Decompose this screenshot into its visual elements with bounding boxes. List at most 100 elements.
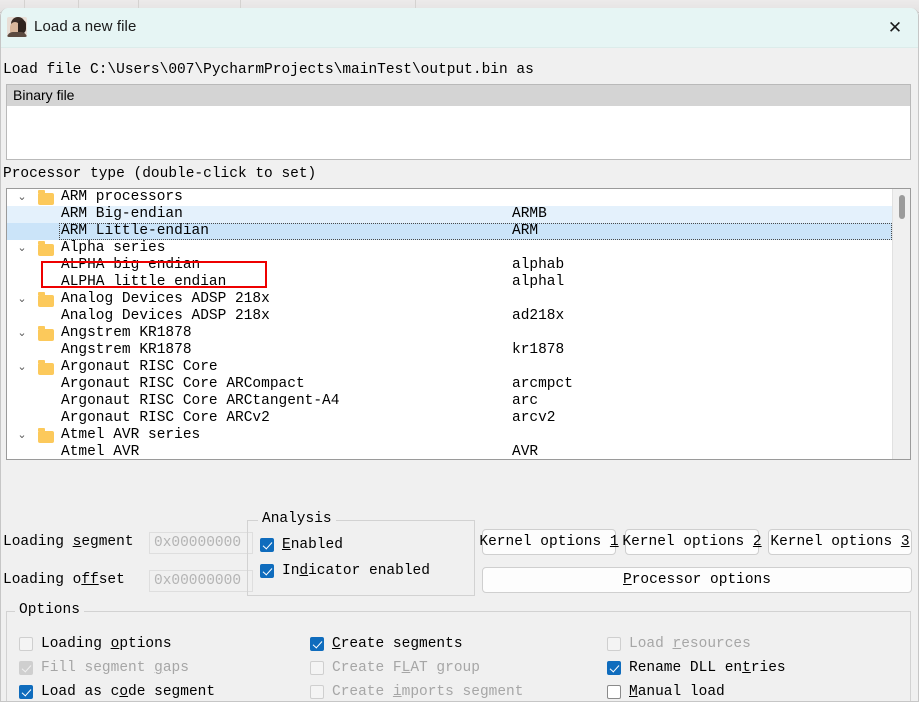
checkbox-label: Create imports segment	[332, 684, 524, 700]
checkbox-label: Indicator enabled	[282, 563, 430, 579]
folder-icon	[38, 241, 54, 256]
checkbox-loading-options[interactable]: Loading options	[19, 636, 172, 652]
dialog-title: Load a new file	[34, 18, 137, 35]
chevron-down-icon[interactable]: ⌄	[15, 325, 29, 342]
tree-row-code: ARM	[512, 223, 539, 239]
tree-row-name: Analog Devices ADSP 218x	[61, 291, 270, 307]
tree-row[interactable]: ARM Big-endian ARMB	[7, 206, 892, 223]
tree-row[interactable]: Argonaut RISC Core ARCv2 arcv2	[7, 410, 892, 427]
tree-row[interactable]: ALPHA big endian alphab	[7, 257, 892, 274]
tree-row[interactable]: ARM Little-endian ARM	[7, 223, 892, 240]
checkbox-label: Manual load	[629, 684, 725, 700]
list-item[interactable]: Binary file	[7, 85, 910, 106]
processor-type-tree[interactable]: ⌄ ARM processors ARM Big-endian ARMB ARM Lit…	[6, 188, 911, 460]
loading-offset-label: Loading offset	[3, 572, 125, 588]
tree-row-code: ad218x	[512, 308, 565, 324]
loading-segment-label: Loading segment	[3, 534, 134, 550]
tree-row-code: alphab	[512, 257, 565, 273]
tree-row-name: Atmel AVR series	[61, 427, 201, 443]
folder-icon	[38, 190, 54, 205]
tree-row-name: ARM processors	[61, 189, 183, 205]
checkbox-label: Load as code segment	[41, 684, 216, 700]
checkbox-load-as-code-segment[interactable]: Load as code segment	[19, 684, 215, 700]
tree-row-name: Argonaut RISC Core ARCv2	[61, 410, 270, 426]
tree-row-name: ARM Little-endian	[61, 223, 209, 239]
load-file-path-label: Load file C:\Users\007\PycharmProjects\m…	[3, 62, 534, 78]
checkbox-label: Loading options	[41, 636, 172, 652]
tree-vertical-scrollbar[interactable]	[892, 189, 910, 459]
checkbox-indicator-enabled[interactable]: Indicator enabled	[260, 563, 430, 579]
chevron-down-icon[interactable]: ⌄	[15, 427, 29, 444]
tree-row[interactable]: Argonaut RISC Core ARCtangent-A4 arc	[7, 393, 892, 410]
checkbox-box[interactable]	[607, 685, 621, 699]
tree-row[interactable]: ⌄ Angstrem KR1878	[7, 325, 892, 342]
checkbox-box[interactable]	[260, 564, 274, 578]
checkbox-rename-dll-entries[interactable]: Rename DLL entries	[607, 660, 786, 676]
tree-row[interactable]: ⌄ Alpha series	[7, 240, 892, 257]
kernel-options-1-button[interactable]: Kernel options 1	[479, 529, 619, 555]
tree-row-name: Argonaut RISC Core	[61, 359, 218, 375]
checkbox-box[interactable]	[260, 538, 274, 552]
checkbox-analysis-enabled[interactable]: Enabled	[260, 537, 343, 553]
close-icon[interactable]: ✕	[872, 8, 918, 48]
tree-row[interactable]: Angstrem KR1878 kr1878	[7, 342, 892, 359]
tree-row[interactable]: Analog Devices ADSP 218x ad218x	[7, 308, 892, 325]
chevron-down-icon[interactable]: ⌄	[15, 359, 29, 376]
tree-row[interactable]: Argonaut RISC Core ARCompact arcmpct	[7, 376, 892, 393]
tree-row-name: ALPHA big endian	[61, 257, 201, 273]
options-group-title: Options	[15, 602, 84, 618]
folder-icon	[38, 360, 54, 375]
checkbox-label: Rename DLL entries	[629, 660, 786, 676]
checkbox-box	[19, 661, 33, 675]
checkbox-fill-segment-gaps[interactable]: Fill segment gaps	[19, 660, 189, 676]
checkbox-box	[310, 661, 324, 675]
file-format-listbox[interactable]: Binary file	[6, 84, 911, 160]
tree-row-code: ARMB	[512, 206, 547, 222]
checkbox-label: Create segments	[332, 636, 463, 652]
dialog-titlebar: Load a new file ✕	[1, 8, 918, 48]
processor-tree-rows: ⌄ ARM processors ARM Big-endian ARMB ARM Lit…	[7, 189, 892, 459]
checkbox-box[interactable]	[19, 685, 33, 699]
checkbox-box[interactable]	[310, 637, 324, 651]
folder-icon	[38, 292, 54, 307]
tree-row-name: Alpha series	[61, 240, 166, 256]
checkbox-load-resources[interactable]: Load resources	[607, 636, 751, 652]
chevron-down-icon[interactable]: ⌄	[15, 291, 29, 308]
tree-row-code: kr1878	[512, 342, 565, 358]
tree-row-name: ARM Big-endian	[61, 206, 183, 222]
tree-row[interactable]: Atmel AVR AVR	[7, 444, 892, 459]
checkbox-create-flat-group[interactable]: Create FLAT group	[310, 660, 480, 676]
tree-row[interactable]: ⌄ Analog Devices ADSP 218x	[7, 291, 892, 308]
checkbox-label: Create FLAT group	[332, 660, 480, 676]
options-group: Options Loading options Fill segment gap…	[6, 602, 911, 701]
scrollbar-thumb[interactable]	[899, 195, 905, 219]
loading-offset-input[interactable]: 0x00000000	[149, 570, 253, 592]
folder-icon	[38, 428, 54, 443]
chevron-down-icon[interactable]: ⌄	[15, 240, 29, 257]
checkbox-create-segments[interactable]: Create segments	[310, 636, 463, 652]
kernel-options-2-button[interactable]: Kernel options 2	[622, 529, 762, 555]
tree-row-name: Angstrem KR1878	[61, 325, 192, 341]
checkbox-label: Load resources	[629, 636, 751, 652]
load-new-file-dialog: Load a new file ✕ Load file C:\Users\007…	[0, 8, 919, 702]
tree-row[interactable]: ⌄ Atmel AVR series	[7, 427, 892, 444]
tree-row[interactable]: ALPHA little endian alphal	[7, 274, 892, 291]
checkbox-box	[310, 685, 324, 699]
checkbox-label: Fill segment gaps	[41, 660, 189, 676]
tree-row-name: Argonaut RISC Core ARCompact	[61, 376, 305, 392]
checkbox-label: Enabled	[282, 537, 343, 553]
tree-row-name: ALPHA little endian	[61, 274, 227, 290]
analysis-group-title: Analysis	[258, 511, 336, 527]
loading-segment-input[interactable]: 0x00000000	[149, 532, 253, 554]
processor-options-button[interactable]: Processor options	[482, 567, 912, 593]
avatar-photo-icon	[7, 17, 27, 37]
folder-icon	[38, 326, 54, 341]
tree-row[interactable]: ⌄ Argonaut RISC Core	[7, 359, 892, 376]
tree-row[interactable]: ⌄ ARM processors	[7, 189, 892, 206]
kernel-options-3-button[interactable]: Kernel options 3	[768, 529, 912, 555]
checkbox-manual-load[interactable]: Manual load	[607, 684, 725, 700]
checkbox-box[interactable]	[607, 661, 621, 675]
tree-row-name: Analog Devices ADSP 218x	[61, 308, 270, 324]
checkbox-create-imports-segment[interactable]: Create imports segment	[310, 684, 523, 700]
chevron-down-icon[interactable]: ⌄	[15, 189, 29, 206]
